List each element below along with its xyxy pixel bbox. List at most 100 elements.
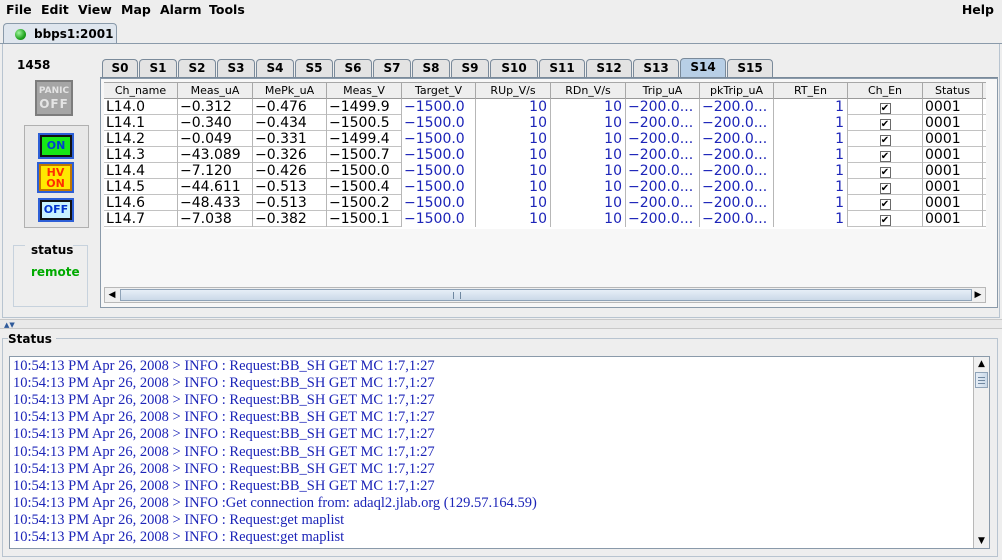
column-header[interactable]: Status — [923, 83, 983, 99]
table-cell[interactable]: 10 — [551, 115, 626, 131]
host-tab[interactable]: bbps1:2001 — [3, 23, 117, 44]
table-cell[interactable]: −200.0... — [626, 99, 700, 115]
table-row[interactable]: L14.1 −0.340 −0.434 −1500.5 −1500.0 10 10 −200.… — [104, 115, 986, 131]
table-cell[interactable]: 10 — [476, 195, 551, 211]
scroll-right-arrow-icon[interactable]: ▶ — [971, 289, 985, 302]
slot-tab-s4[interactable]: S4 — [256, 59, 294, 77]
table-cell[interactable]: 1 — [774, 131, 848, 147]
panic-off-button[interactable]: PANIC OFF — [35, 80, 73, 116]
table-cell[interactable]: ✔ — [848, 179, 923, 195]
table-cell[interactable]: 10 — [551, 179, 626, 195]
collapse-arrows-icon[interactable]: ▲▼ — [4, 321, 15, 329]
table-cell[interactable]: 10 — [476, 211, 551, 227]
table-cell[interactable]: 1 — [774, 211, 848, 227]
table-cell[interactable]: −1500.0 — [402, 147, 476, 163]
horizontal-scrollbar[interactable]: ◀ ▶ — [104, 287, 986, 303]
vertical-scrollbar[interactable]: ▲ ▼ — [973, 357, 989, 548]
table-cell[interactable]: −200.0... — [700, 195, 774, 211]
table-cell[interactable]: ✔ — [848, 99, 923, 115]
table-cell[interactable]: ✔ — [848, 211, 923, 227]
slot-tab-s10[interactable]: S10 — [490, 59, 538, 77]
column-header[interactable]: RDn_V/s — [551, 83, 626, 99]
table-cell[interactable]: 1 — [774, 195, 848, 211]
table-row[interactable]: L14.3 −43.089 −0.326 −1500.7 −1500.0 10 10 −200… — [104, 147, 986, 163]
column-header[interactable]: RT_En — [774, 83, 848, 99]
table-cell[interactable]: 10 — [476, 115, 551, 131]
column-header[interactable]: Meas_V — [327, 83, 402, 99]
slot-tab-s1[interactable]: S1 — [139, 59, 177, 77]
table-row[interactable]: L14.6 −48.433 −0.513 −1500.2 −1500.0 10 10 −200… — [104, 195, 986, 211]
menu-tools[interactable]: Tools — [209, 2, 245, 17]
slot-tab-s6[interactable]: S6 — [334, 59, 372, 77]
slot-tab-s3[interactable]: S3 — [217, 59, 255, 77]
channel-enable-checkbox[interactable]: ✔ — [879, 199, 891, 210]
table-cell[interactable]: 10 — [551, 163, 626, 179]
slot-tab-s5[interactable]: S5 — [295, 59, 333, 77]
table-cell[interactable]: 10 — [476, 179, 551, 195]
table-row[interactable]: L14.7 −7.038 −0.382 −1500.1 −1500.0 10 10 −200.… — [104, 211, 986, 227]
scrollbar-thumb[interactable] — [120, 289, 972, 301]
scrollbar-thumb[interactable] — [975, 372, 988, 388]
table-row[interactable]: L14.0 −0.312 −0.476 −1499.9 −1500.0 10 10 −200.… — [104, 99, 986, 115]
column-header[interactable]: RUp_V/s — [476, 83, 551, 99]
table-cell[interactable]: 10 — [476, 131, 551, 147]
scroll-left-arrow-icon[interactable]: ◀ — [105, 289, 119, 302]
column-header[interactable]: Trip_uA — [626, 83, 700, 99]
table-cell[interactable]: 10 — [476, 147, 551, 163]
channel-enable-checkbox[interactable]: ✔ — [879, 183, 891, 194]
table-cell[interactable]: −200.0... — [626, 131, 700, 147]
table-cell[interactable]: −200.0... — [700, 99, 774, 115]
table-cell[interactable]: −200.0... — [626, 163, 700, 179]
status-log[interactable]: 10:54:13 PM Apr 26, 2008 > INFO : Reques… — [9, 356, 990, 549]
table-cell[interactable]: −200.0... — [700, 131, 774, 147]
slot-tab-s12[interactable]: S12 — [586, 59, 632, 77]
table-cell[interactable]: ✔ — [848, 147, 923, 163]
table-cell[interactable]: 1 — [774, 147, 848, 163]
table-cell[interactable]: −200.0... — [700, 115, 774, 131]
table-cell[interactable]: −1500.0 — [402, 131, 476, 147]
column-header[interactable]: MePk_uA — [253, 83, 327, 99]
channel-enable-checkbox[interactable]: ✔ — [879, 103, 891, 114]
column-header[interactable]: Meas_uA — [178, 83, 253, 99]
table-cell[interactable]: −200.0... — [700, 163, 774, 179]
table-cell[interactable]: ✔ — [848, 131, 923, 147]
table-cell[interactable]: 10 — [551, 99, 626, 115]
table-cell[interactable]: 1 — [774, 163, 848, 179]
table-cell[interactable]: −200.0... — [626, 115, 700, 131]
menu-help[interactable]: Help — [962, 2, 994, 17]
column-header[interactable]: Ch_En — [848, 83, 923, 99]
slot-tab-s11[interactable]: S11 — [539, 59, 585, 77]
on-button[interactable]: ON — [38, 133, 74, 159]
hv-on-button[interactable]: HV ON — [37, 162, 74, 193]
table-cell[interactable]: 1 — [774, 115, 848, 131]
table-cell[interactable]: −1500.0 — [402, 195, 476, 211]
table-cell[interactable]: −1500.0 — [402, 179, 476, 195]
table-cell[interactable]: 1 — [774, 99, 848, 115]
slot-tab-s15[interactable]: S15 — [727, 59, 773, 77]
table-cell[interactable]: −200.0... — [700, 211, 774, 227]
table-cell[interactable]: −200.0... — [700, 147, 774, 163]
table-cell[interactable]: 10 — [551, 147, 626, 163]
table-cell[interactable]: −200.0... — [626, 195, 700, 211]
table-cell[interactable]: −1500.0 — [402, 115, 476, 131]
table-cell[interactable]: −1500.0 — [402, 211, 476, 227]
scroll-up-arrow-icon[interactable]: ▲ — [975, 357, 988, 371]
slot-tab-s7[interactable]: S7 — [373, 59, 411, 77]
slot-tab-s2[interactable]: S2 — [178, 59, 216, 77]
table-cell[interactable]: ✔ — [848, 195, 923, 211]
table-cell[interactable]: −1500.0 — [402, 163, 476, 179]
table-cell[interactable]: −200.0... — [700, 179, 774, 195]
table-cell[interactable]: −1500.0 — [402, 99, 476, 115]
split-pane-divider[interactable]: ▲▼ — [0, 319, 1002, 329]
table-cell[interactable]: 10 — [551, 211, 626, 227]
slot-tab-s14[interactable]: S14 — [680, 58, 726, 77]
table-cell[interactable]: 10 — [551, 131, 626, 147]
scroll-down-arrow-icon[interactable]: ▼ — [975, 534, 988, 548]
column-header[interactable]: Ch_name — [104, 83, 178, 99]
menu-alarm[interactable]: Alarm — [160, 2, 202, 17]
channel-enable-checkbox[interactable]: ✔ — [879, 135, 891, 146]
table-cell[interactable]: 10 — [476, 99, 551, 115]
channel-enable-checkbox[interactable]: ✔ — [879, 167, 891, 178]
slot-tab-s13[interactable]: S13 — [633, 59, 679, 77]
table-cell[interactable]: ✔ — [848, 163, 923, 179]
